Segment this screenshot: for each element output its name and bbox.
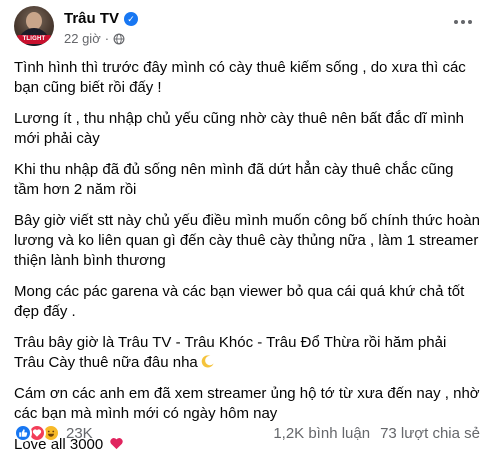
- shares-count-link[interactable]: 73 lượt chia sẻ: [380, 425, 480, 442]
- avatar-badge: TLIGHT: [17, 35, 51, 44]
- post-paragraph: Trâu bây giờ là Trâu TV - Trâu Khóc - Tr…: [14, 333, 480, 373]
- crescent-moon-emoji: [201, 355, 214, 368]
- post-paragraph: Bây giờ viết stt này chủ yếu điều mình m…: [14, 212, 480, 269]
- avatar[interactable]: TLIGHT: [14, 6, 54, 46]
- post-footer: 23K 1,2K bình luận 73 lượt chia sẻ: [14, 424, 480, 444]
- post-header: TLIGHT Trâu TV ✓ 22 giờ ·: [14, 6, 480, 54]
- post-paragraph: Lương ít , thu nhập chủ yếu cũng nhờ cày…: [14, 110, 465, 147]
- meta-separator: ·: [104, 31, 110, 46]
- post-paragraph: Mong các pác garena và các bạn viewer bỏ…: [14, 283, 465, 320]
- like-reaction-icon: [14, 424, 32, 442]
- reactions-summary[interactable]: 23K: [14, 424, 93, 442]
- globe-icon: [113, 33, 125, 44]
- more-options-icon[interactable]: [448, 12, 478, 32]
- post-paragraph: Tình hình thì trước đây mình có cày thuê…: [14, 59, 466, 96]
- post-paragraph: Khi thu nhập đã đủ sống nên mình đã dứt …: [14, 161, 454, 198]
- post-paragraph-text: Trâu bây giờ là Trâu TV - Trâu Khóc - Tr…: [14, 334, 447, 371]
- post-content: Tình hình thì trước đây mình có cày thuê…: [14, 58, 480, 454]
- comments-count-link[interactable]: 1,2K bình luận: [273, 425, 370, 442]
- post-paragraph: Cám ơn các anh em đã xem streamer ủng hộ…: [14, 385, 480, 422]
- verified-badge-icon: ✓: [124, 11, 139, 26]
- post-time[interactable]: 22 giờ: [64, 31, 101, 46]
- reaction-count: 23K: [66, 424, 93, 442]
- post-stats: 1,2K bình luận 73 lượt chia sẻ: [273, 425, 480, 442]
- page-name[interactable]: Trâu TV: [64, 10, 119, 27]
- facebook-post: TLIGHT Trâu TV ✓ 22 giờ · Tình hình thì …: [0, 0, 490, 454]
